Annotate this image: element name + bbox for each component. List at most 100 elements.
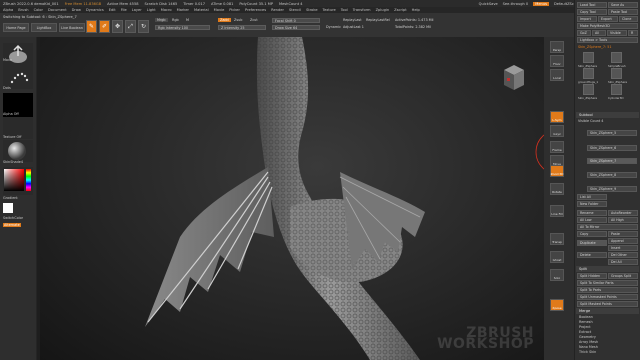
autoreorder-button[interactable]: AutoReorder (608, 210, 638, 216)
list-all-button[interactable]: List All (577, 194, 607, 200)
draw-size-slider[interactable]: Draw Size 64 (272, 25, 320, 30)
menu-help[interactable]: Help (412, 8, 420, 12)
extract-section[interactable]: Extract (579, 330, 591, 334)
rotate-mode-button[interactable]: ↻ (138, 20, 149, 33)
z-intensity-slider[interactable]: Z Intensity 25 (218, 25, 266, 30)
project-section[interactable]: Project (579, 325, 591, 329)
menu-stroke[interactable]: Stroke (306, 8, 317, 12)
alternate-button[interactable]: Alternate (3, 223, 21, 227)
subtool-item-9[interactable]: Skin_ZSphere_9 (587, 186, 637, 192)
lsym-button[interactable]: L.Sym (550, 111, 564, 123)
menu-draw[interactable]: Draw (72, 8, 81, 12)
append-button[interactable]: Append (608, 238, 638, 244)
export-button[interactable]: Export (598, 16, 618, 22)
menu-tool[interactable]: Tool (341, 8, 348, 12)
paste-subtool-button[interactable]: Paste (608, 231, 638, 237)
all-to-mirror-button[interactable]: All To Mirror (577, 224, 638, 230)
remesh-section[interactable]: Remesh (579, 320, 593, 324)
menu-zscript[interactable]: Zscript (394, 8, 406, 12)
paste-tool-button[interactable]: Paste Tool (608, 9, 638, 15)
menu-preferences[interactable]: Preferences (245, 8, 266, 12)
boolean-section[interactable]: Boolean (579, 315, 593, 319)
m-toggle[interactable]: M (186, 18, 189, 22)
menu-light[interactable]: Light (147, 8, 156, 12)
menu-brush[interactable]: Brush (18, 8, 28, 12)
split-hidden-button[interactable]: Split Hidden (577, 273, 607, 279)
subtool-item-8[interactable]: Skin_ZSphere_8 (587, 172, 637, 178)
zoom3d-button[interactable]: Zoom3D (550, 165, 564, 177)
duplicate-button[interactable]: Duplicate (577, 240, 607, 246)
solo-button[interactable]: Solo (550, 269, 564, 281)
copy-tool-button[interactable]: Copy Tool (577, 9, 607, 15)
brush-picker[interactable] (3, 43, 33, 67)
subtool-item-7[interactable]: Skin_ZSphere_7 (587, 158, 637, 164)
ghost-button[interactable]: Ghost (550, 251, 564, 263)
seethrough-slider[interactable]: See-through 0 (503, 2, 529, 6)
focal-shift-slider[interactable]: Focal Shift 0 (272, 18, 320, 23)
draw-mode-button[interactable]: ✐ (99, 20, 110, 33)
clone-button[interactable]: Clone (619, 16, 638, 22)
menu-marker[interactable]: Marker (177, 8, 189, 12)
menu-layer[interactable]: Layer (132, 8, 142, 12)
menu-document[interactable]: Document (48, 8, 67, 12)
insert-button[interactable]: Insert (608, 245, 638, 251)
transp-button[interactable]: Transp (550, 233, 564, 245)
rgb-intensity-slider[interactable]: Rgb Intensity 100 (155, 25, 210, 30)
new-folder-button[interactable]: New Folder (577, 201, 607, 207)
menus-toggle[interactable]: Menus (533, 1, 549, 6)
lightbox-tools-button[interactable]: Lightbox > Tools (577, 37, 638, 43)
all-high-button[interactable]: All High (608, 217, 638, 223)
menu-transform[interactable]: Transform (353, 8, 371, 12)
thickskin-section[interactable]: Thick Skin (579, 350, 596, 354)
quicksave-button[interactable]: QuickSave (479, 2, 498, 6)
make-polymesh-button[interactable]: Make PolyMesh3D (577, 23, 638, 29)
goz-button[interactable]: GoZ (577, 30, 591, 36)
menu-picker[interactable]: Picker (229, 8, 240, 12)
subtool-item-6[interactable]: Skin_ZSphere_6 (587, 145, 637, 151)
rgb-toggle[interactable]: Rgb (172, 18, 179, 22)
del-other-button[interactable]: Del Other (608, 252, 638, 258)
tool-thumb-4[interactable] (611, 68, 622, 79)
menu-file[interactable]: File (121, 8, 127, 12)
menu-stencil[interactable]: Stencil (289, 8, 301, 12)
split-similar-button[interactable]: Split To Similar Parts (577, 280, 638, 286)
lightbox-tab[interactable]: LightBox (31, 23, 57, 32)
copy-subtool-button[interactable]: Copy (577, 231, 607, 237)
subtool-header[interactable]: Subtool (576, 112, 639, 118)
all-low-button[interactable]: All Low (577, 217, 607, 223)
live-boolean-tab[interactable]: Live Boolean (59, 23, 85, 32)
arraymesh-section[interactable]: Array Mesh (579, 340, 598, 344)
delete-button[interactable]: Delete (577, 252, 607, 258)
all-button[interactable]: All (592, 30, 606, 36)
split-parts-button[interactable]: Split To Parts (577, 287, 638, 293)
menu-edit[interactable]: Edit (109, 8, 116, 12)
tool-thumb-3[interactable] (583, 68, 594, 79)
menu-color[interactable]: Color (34, 8, 43, 12)
rotate-view-button[interactable]: Rotate (550, 183, 564, 195)
subtool-item-5[interactable]: Skin_ZSphere_5 (587, 130, 637, 136)
menu-material[interactable]: Material (194, 8, 209, 12)
split-masked-button[interactable]: Split Masked Points (577, 301, 638, 307)
visible-button[interactable]: Visible (607, 30, 627, 36)
adjust-last-slider[interactable]: AdjustLast 1 (343, 25, 364, 29)
edit-mode-button[interactable]: ✎ (86, 20, 97, 33)
linefill-button[interactable]: Line Fill (550, 205, 564, 217)
nav-cube-icon[interactable] (500, 62, 526, 94)
menu-alpha[interactable]: Alpha (3, 8, 13, 12)
color-picker[interactable] (3, 167, 33, 195)
menu-render[interactable]: Render (271, 8, 284, 12)
geometry-section[interactable]: Geometry (579, 335, 596, 339)
groups-split-button[interactable]: Groups Split (608, 273, 638, 279)
menu-macro[interactable]: Macro (161, 8, 172, 12)
floor-button[interactable]: Floor (550, 55, 564, 67)
tool-thumb-6[interactable] (611, 84, 622, 95)
canvas-viewport[interactable]: ZBRUSH WORKSHOP (40, 37, 544, 360)
dynamic-toggle[interactable]: Dynamic (326, 25, 341, 29)
persp-button[interactable]: Persp (550, 41, 564, 53)
tool-thumb-1[interactable] (583, 52, 594, 63)
xpose-button[interactable]: Xpose (550, 299, 564, 311)
tool-thumb-2[interactable] (611, 52, 622, 63)
nanomesh-section[interactable]: Nano Mesh (579, 345, 598, 349)
local-button[interactable]: Local (550, 69, 564, 81)
material-picker[interactable] (3, 140, 33, 162)
